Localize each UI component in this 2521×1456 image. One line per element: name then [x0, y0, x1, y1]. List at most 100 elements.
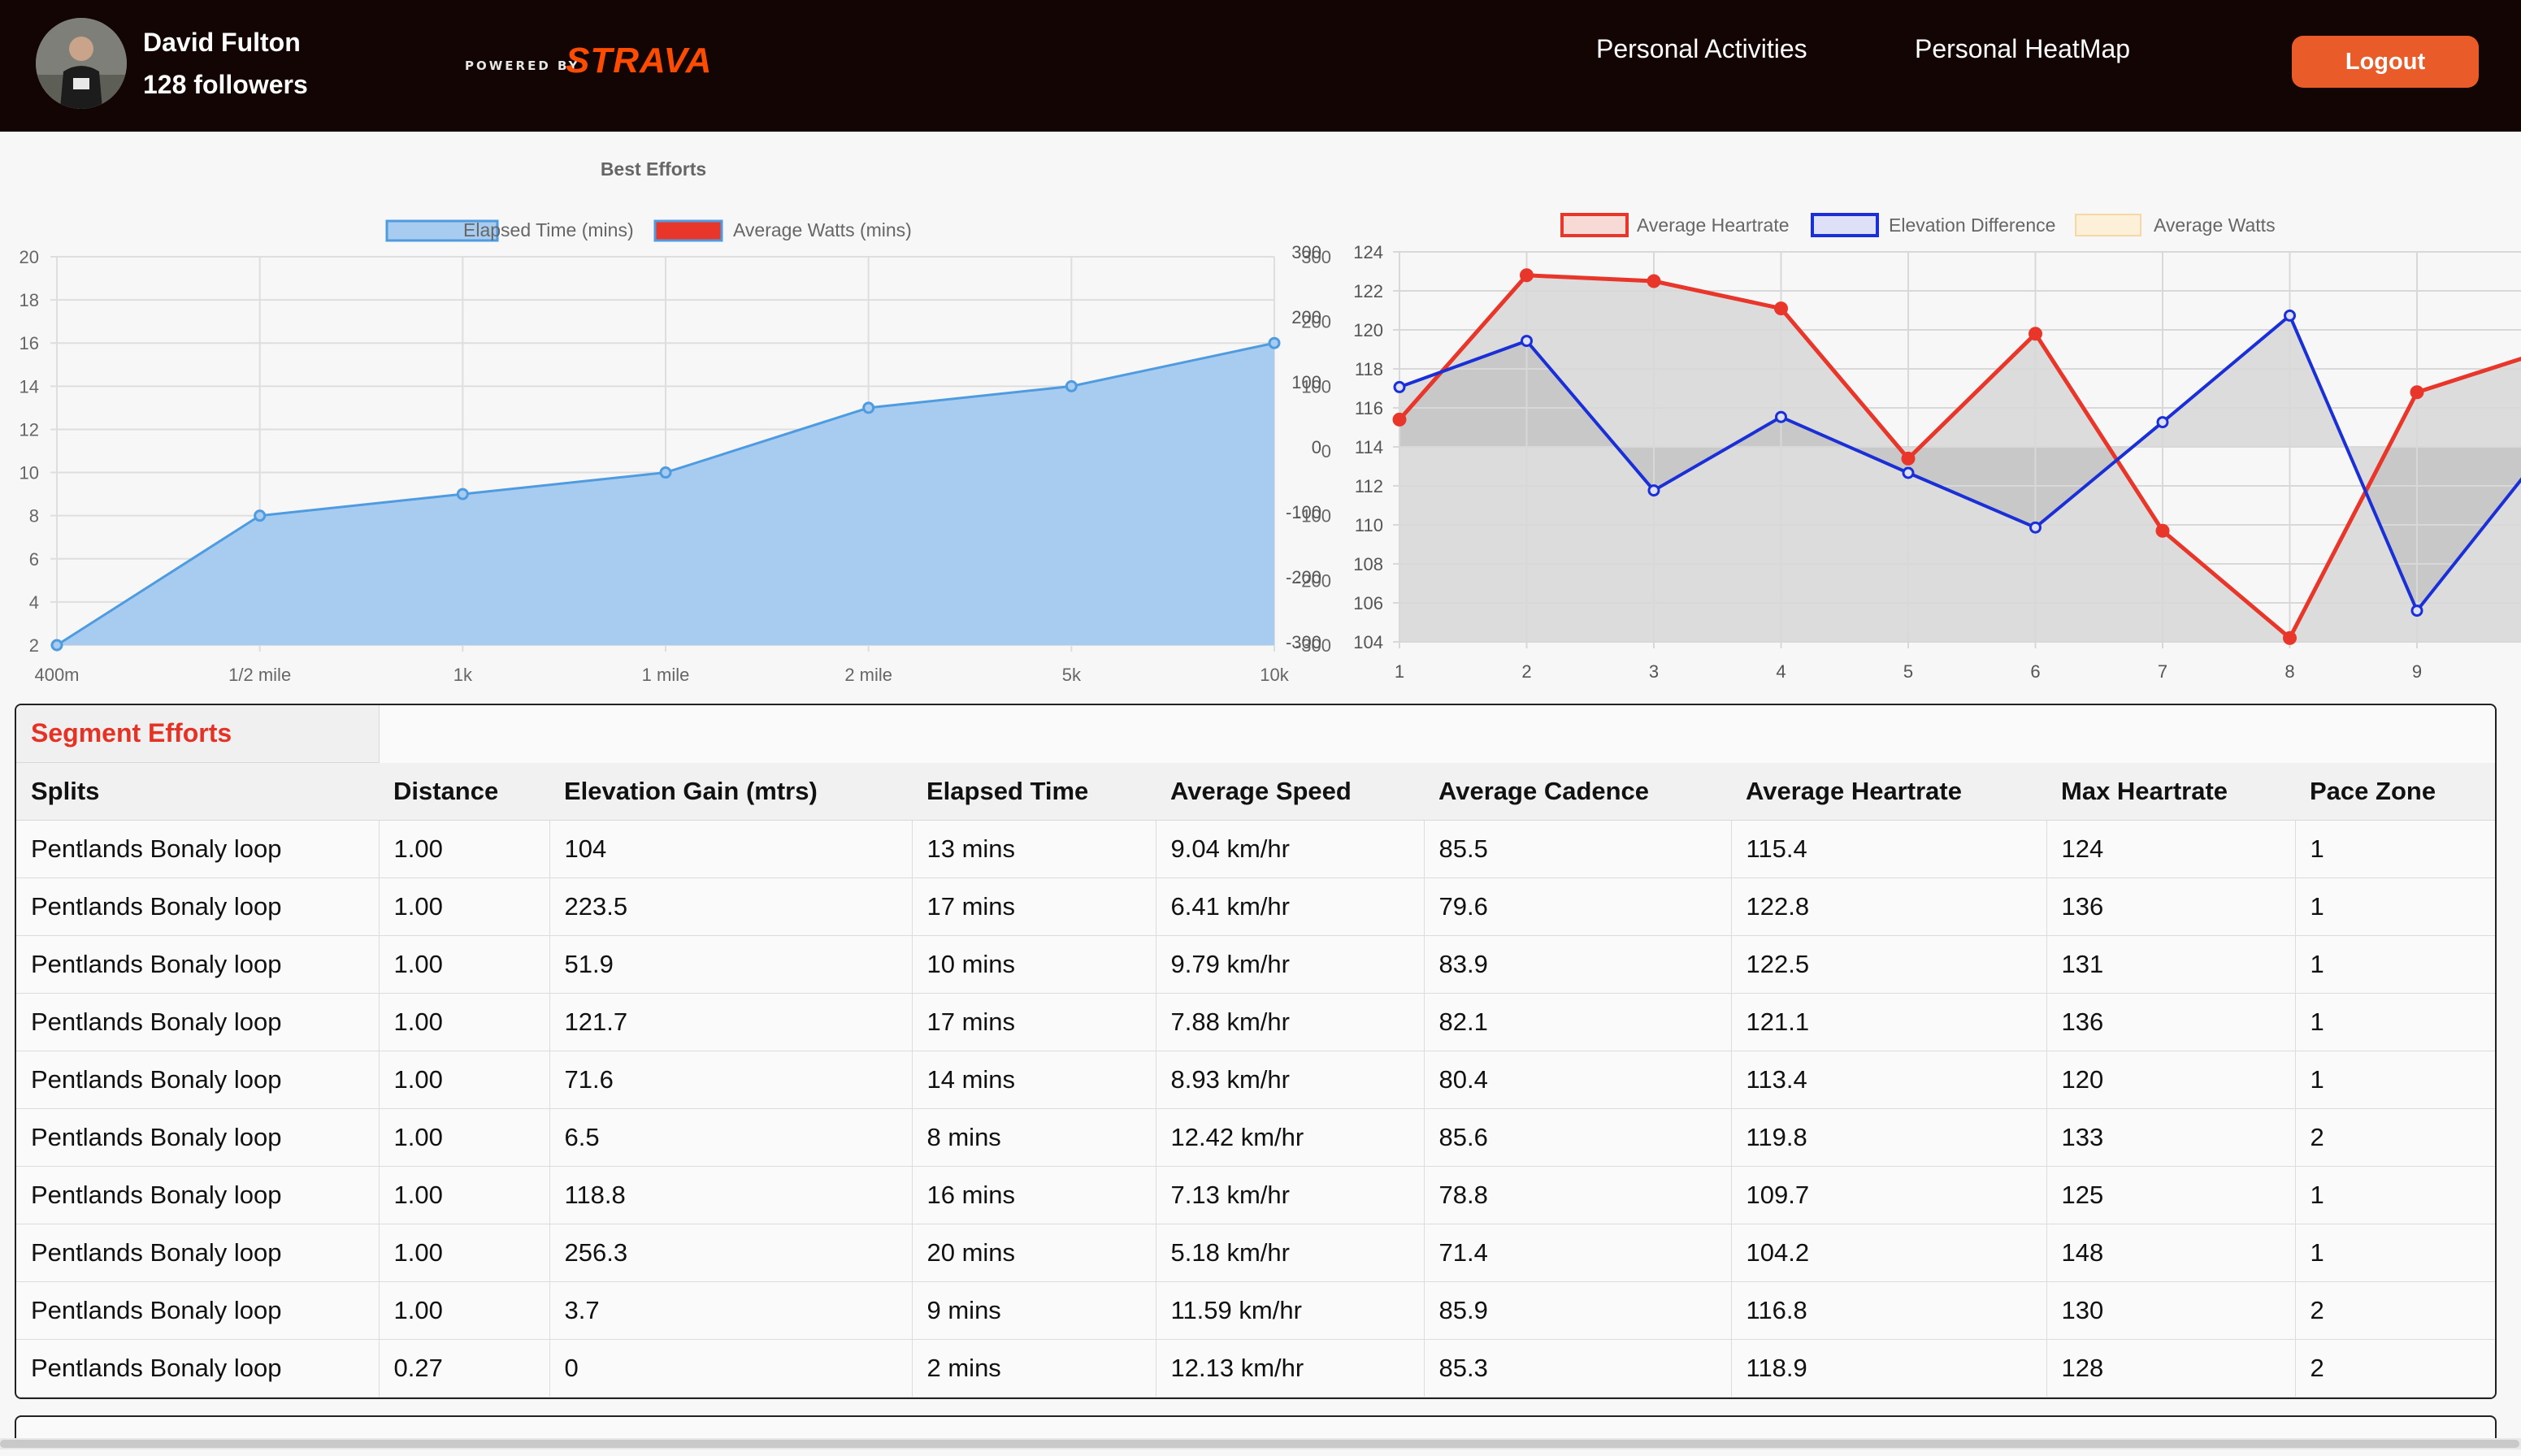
table-cell: Pentlands Bonaly loop: [16, 993, 380, 1051]
data-point[interactable]: [1774, 301, 1788, 316]
data-point[interactable]: [1520, 268, 1534, 283]
y-tick-label: 16: [20, 333, 39, 353]
table-cell: 1: [2295, 1224, 2495, 1282]
table-cell: Pentlands Bonaly loop: [16, 1108, 380, 1167]
data-point[interactable]: [862, 401, 875, 414]
table-row: Pentlands Bonaly loop 1.00 6.5 8 mins 12.42 …: [16, 1108, 2495, 1167]
table-cell: 12.13 km/hr: [1156, 1339, 1425, 1398]
table-cell: 14 mins: [912, 1051, 1156, 1109]
table-row: Pentlands Bonaly loop 1.00 121.7 17 mins 7.8…: [16, 993, 2495, 1051]
table-row: Pentlands Bonaly loop 1.00 256.3 20 mins 5.1…: [16, 1224, 2495, 1282]
column-header: Average Heartrate: [1731, 763, 2046, 821]
table-cell: Pentlands Bonaly loop: [16, 1339, 380, 1398]
nav-personal-activities[interactable]: Personal Activities: [1596, 34, 1807, 64]
table-cell: 1.00: [379, 935, 550, 994]
data-point[interactable]: [1901, 451, 1916, 466]
scrollbar-thumb[interactable]: [0, 1440, 2519, 1448]
chart-legend: Average Heartrate Elevation Difference A…: [1560, 213, 2276, 237]
table-cell: 20 mins: [912, 1224, 1156, 1282]
data-point[interactable]: [2284, 309, 2296, 322]
section-title: Segment Efforts: [31, 718, 232, 748]
horizontal-scrollbar[interactable]: [0, 1438, 2521, 1450]
legend-label: Average Watts (mins): [733, 219, 912, 240]
data-point[interactable]: [1392, 412, 1407, 427]
table-cell: 80.4: [1424, 1051, 1732, 1109]
table-cell: 8 mins: [912, 1108, 1156, 1167]
table-cell: 79.6: [1424, 878, 1732, 936]
table-cell: 17 mins: [912, 878, 1156, 936]
table-cell: 71.6: [549, 1051, 913, 1109]
table-row: Pentlands Bonaly loop 1.00 118.8 16 mins 7.1…: [16, 1166, 2495, 1224]
x-tick-label: 1/2 mile: [228, 665, 291, 685]
logout-button[interactable]: Logout: [2292, 36, 2479, 88]
avatar[interactable]: [36, 18, 127, 109]
strava-logo: STRAVA: [566, 41, 713, 80]
chart-legend: Elapsed Time (mins) Average Watts (mins): [385, 219, 912, 242]
x-tick-label: 3: [1649, 661, 1659, 682]
top-navbar: David Fulton 128 followers POWERED BY ST…: [0, 0, 2521, 132]
legend-label: Elapsed Time (mins): [463, 219, 634, 240]
table-cell: 2: [2295, 1339, 2495, 1398]
table-cell: Pentlands Bonaly loop: [16, 1166, 380, 1224]
data-point[interactable]: [1647, 274, 1661, 288]
data-point[interactable]: [2029, 327, 2042, 341]
y-tick-label: 104: [1353, 632, 1383, 652]
table-cell: 11.59 km/hr: [1156, 1281, 1425, 1340]
powered-by-label: POWERED BY: [465, 58, 580, 73]
data-point[interactable]: [2410, 604, 2423, 618]
column-header: Max Heartrate: [2046, 763, 2295, 821]
table-cell: 85.6: [1424, 1108, 1732, 1167]
table-cell: 104.2: [1731, 1224, 2047, 1282]
y-tick-label: 14: [20, 376, 39, 396]
y2-tick-label: 200: [1291, 307, 1321, 327]
y-tick-label: 18: [20, 290, 39, 310]
x-tick-label: 1: [1395, 661, 1404, 682]
x-tick-label: 6: [2030, 661, 2040, 682]
table-cell: 9.04 km/hr: [1156, 820, 1425, 878]
table-cell: 8.93 km/hr: [1156, 1051, 1425, 1109]
table-cell: 3.7: [549, 1281, 913, 1340]
table-cell: 1.00: [379, 1281, 550, 1340]
data-point[interactable]: [456, 488, 469, 500]
table-cell: 0: [549, 1339, 913, 1398]
y-tick-label: 20: [20, 247, 39, 267]
data-point[interactable]: [1902, 466, 1915, 479]
data-point[interactable]: [2156, 416, 2169, 429]
data-point[interactable]: [2283, 630, 2297, 645]
table-row: Pentlands Bonaly loop 1.00 71.6 14 mins 8.93…: [16, 1051, 2495, 1109]
table-cell: 125: [2046, 1166, 2296, 1224]
data-point[interactable]: [1775, 410, 1787, 423]
legend-label: Average Heartrate: [1637, 214, 1790, 236]
nav-personal-heatmap[interactable]: Personal HeatMap: [1915, 34, 2130, 64]
x-tick-label: 2: [1521, 661, 1531, 682]
table-cell: 9.79 km/hr: [1156, 935, 1425, 994]
y-tick-label: 114: [1355, 437, 1383, 457]
y-tick-label: 10: [20, 463, 39, 483]
x-tick-label: 400m: [34, 665, 79, 685]
data-point[interactable]: [1647, 484, 1660, 497]
data-point[interactable]: [50, 639, 63, 652]
y-tick-label: 120: [1353, 320, 1383, 340]
data-point[interactable]: [1065, 379, 1078, 392]
table-cell: 6.41 km/hr: [1156, 878, 1425, 936]
data-point[interactable]: [659, 466, 672, 479]
heartrate-elevation-chart[interactable]: Average Heartrate Elevation Difference A…: [1268, 203, 2521, 691]
table-cell: 1: [2295, 878, 2495, 936]
y-tick-label: 110: [1355, 515, 1383, 535]
table-cell: 122.8: [1731, 878, 2047, 936]
table-cell: Pentlands Bonaly loop: [16, 820, 380, 878]
data-point[interactable]: [254, 509, 267, 522]
table-cell: 124: [2046, 820, 2296, 878]
y-tick-label: 124: [1353, 242, 1383, 262]
data-point[interactable]: [1521, 335, 1533, 348]
table-row: Pentlands Bonaly loop 1.00 51.9 10 mins 9.79…: [16, 935, 2495, 994]
data-point[interactable]: [2029, 521, 2042, 534]
table-cell: 51.9: [549, 935, 913, 994]
data-point[interactable]: [2410, 385, 2424, 400]
data-point[interactable]: [1393, 380, 1406, 393]
best-efforts-chart[interactable]: Best Efforts Elapsed Time (mins) Average…: [0, 154, 1349, 691]
data-point[interactable]: [2155, 523, 2170, 538]
table-cell: 104: [549, 820, 913, 878]
table-cell: 2: [2295, 1281, 2495, 1340]
table-cell: 128: [2046, 1339, 2296, 1398]
